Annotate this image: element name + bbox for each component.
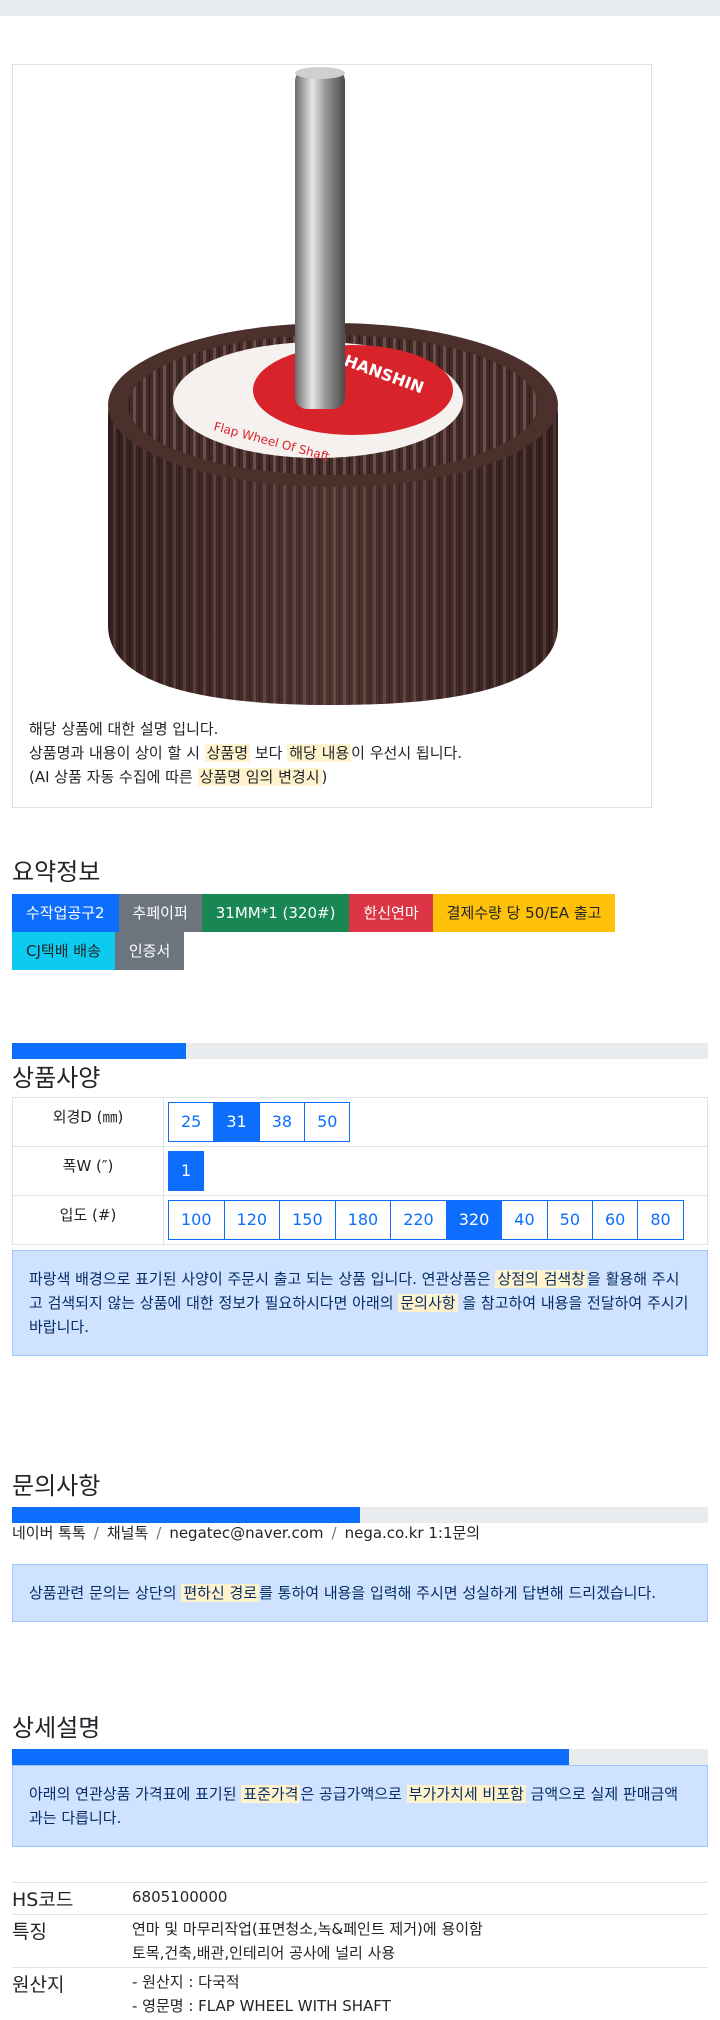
spec-progress [12, 1043, 708, 1059]
option-grit-40[interactable]: 40 [501, 1200, 547, 1240]
text: 상품관련 문의는 상단의 [29, 1584, 181, 1602]
spec-label: 입도 (#) [13, 1196, 164, 1245]
option-grit-120[interactable]: 120 [224, 1200, 281, 1240]
description-line-3: (AI 상품 자동 수집에 따른 상품명 임의 변경시) [29, 765, 462, 789]
product-info-table: HS코드 6805100000 특징 연마 및 마무리작업(표면청소,녹&페인트… [12, 1882, 708, 2020]
inquiry-title: 문의사항 [12, 1466, 100, 1501]
spec-options: 25313850 [164, 1098, 708, 1147]
option-grit-320[interactable]: 320 [446, 1200, 503, 1240]
detail-title: 상세설명 [12, 1708, 100, 1743]
product-image-card: HANSHIN Flap Wheel Of Shaft 해당 상품에 대한 설명… [12, 64, 652, 808]
inquiry-channels: 네이버 톡톡/채널톡/negatec@naver.com/nega.co.kr … [12, 1522, 480, 1543]
feature-line: 토목,건축,배관,인테리어 공사에 널리 사용 [132, 1941, 708, 1965]
channel-email[interactable]: negatec@naver.com [169, 1524, 323, 1542]
top-bar [0, 0, 720, 16]
info-value: - 원산지 : 다국적 - 영문명 : FLAP WHEEL WITH SHAF… [132, 1968, 708, 2020]
description-line-2: 상품명과 내용이 상이 할 시 상품명 보다 해당 내용이 우선시 됩니다. [29, 741, 462, 765]
separator: / [324, 1524, 345, 1542]
spec-label: 외경D (㎜) [13, 1098, 164, 1147]
text: 상품명과 내용이 상이 할 시 [29, 744, 205, 762]
origin-line: - 원산지 : 다국적 [132, 1970, 708, 1994]
channel-website-inquiry[interactable]: nega.co.kr 1:1문의 [345, 1524, 481, 1542]
detail-progress [12, 1749, 708, 1765]
badge-spec[interactable]: 31MM*1 (320#) [202, 894, 350, 932]
badge-delivery[interactable]: CJ택배 배송 [12, 932, 115, 970]
option-diameter-50[interactable]: 50 [304, 1102, 350, 1142]
spec-progress-fill [12, 1043, 186, 1059]
info-row-feature: 특징 연마 및 마무리작업(표면청소,녹&페인트 제거)에 용이함 토목,건축,… [12, 1915, 708, 1968]
info-label: 원산지 [12, 1968, 132, 2020]
product-description: 해당 상품에 대한 설명 입니다. 상품명과 내용이 상이 할 시 상품명 보다… [29, 717, 462, 789]
spec-row-grit: 입도 (#) 10012015018022032040506080 [13, 1196, 708, 1245]
info-value: 연마 및 마무리작업(표면청소,녹&페인트 제거)에 용이함 토목,건축,배관,… [132, 1915, 708, 1968]
option-grit-220[interactable]: 220 [390, 1200, 447, 1240]
info-label: HS코드 [12, 1883, 132, 1915]
info-value: 6805100000 [132, 1883, 708, 1915]
spec-options: 1 [164, 1147, 708, 1196]
highlight-name-change: 상품명 임의 변경시 [198, 768, 322, 786]
option-grit-50[interactable]: 50 [547, 1200, 593, 1240]
summary-badges: 수작업공구2 추페이퍼 31MM*1 (320#) 한신연마 결제수량 당 50… [12, 894, 712, 970]
detail-notice: 아래의 연관상품 가격표에 표기된 표준가격은 공급가액으로 부가가치세 비포함… [12, 1765, 708, 1847]
text: 를 통하여 내용을 입력해 주시면 성실하게 답변해 드리겠습니다. [259, 1584, 656, 1602]
badge-type[interactable]: 추페이퍼 [119, 894, 202, 932]
spec-title: 상품사양 [12, 1058, 100, 1093]
highlight-inquiry: 문의사항 [398, 1294, 457, 1312]
text: ) [322, 768, 328, 786]
option-width-1[interactable]: 1 [168, 1151, 204, 1191]
badge-brand[interactable]: 한신연마 [349, 894, 432, 932]
separator: / [148, 1524, 169, 1542]
inquiry-progress-fill [12, 1507, 360, 1523]
feature-line: 연마 및 마무리작업(표면청소,녹&페인트 제거)에 용이함 [132, 1917, 708, 1941]
badge-category[interactable]: 수작업공구2 [12, 894, 119, 932]
text: 보다 [250, 744, 287, 762]
info-row-hs-code: HS코드 6805100000 [12, 1883, 708, 1915]
highlight-product-name: 상품명 [205, 744, 250, 762]
highlight-content: 해당 내용 [287, 744, 351, 762]
text: (AI 상품 자동 수집에 따른 [29, 768, 198, 786]
option-grit-150[interactable]: 150 [279, 1200, 336, 1240]
option-grit-100[interactable]: 100 [168, 1200, 225, 1240]
option-diameter-31[interactable]: 31 [213, 1102, 259, 1142]
spec-row-diameter: 외경D (㎜) 25313850 [13, 1098, 708, 1147]
option-grit-60[interactable]: 60 [592, 1200, 638, 1240]
option-grit-80[interactable]: 80 [637, 1200, 683, 1240]
spec-table: 외경D (㎜) 25313850 폭W (″) 1 입도 (#) 1001201… [12, 1097, 708, 1245]
text: 은 공급가액으로 [300, 1785, 406, 1803]
spec-options: 10012015018022032040506080 [164, 1196, 708, 1245]
option-grit-180[interactable]: 180 [335, 1200, 392, 1240]
highlight-vat: 부가가치세 비포함 [407, 1785, 526, 1803]
channel-naver-talktalk[interactable]: 네이버 톡톡 [12, 1524, 86, 1542]
highlight-standard-price: 표준가격 [241, 1785, 300, 1803]
badge-quantity[interactable]: 결제수량 당 50/EA 출고 [433, 894, 616, 932]
spec-notice: 파랑색 배경으로 표기된 사양이 주문시 출고 되는 상품 입니다. 연관상품은… [12, 1250, 708, 1356]
info-label: 특징 [12, 1915, 132, 1968]
option-diameter-25[interactable]: 25 [168, 1102, 214, 1142]
inquiry-progress [12, 1507, 708, 1523]
separator: / [86, 1524, 107, 1542]
spec-row-width: 폭W (″) 1 [13, 1147, 708, 1196]
origin-line: - 영문명 : FLAP WHEEL WITH SHAFT [132, 1994, 708, 2018]
text: 이 우선시 됩니다. [351, 744, 462, 762]
option-diameter-38[interactable]: 38 [259, 1102, 305, 1142]
text: 아래의 연관상품 가격표에 표기된 [29, 1785, 241, 1803]
text: 파랑색 배경으로 표기된 사양이 주문시 출고 되는 상품 입니다. 연관상품은 [29, 1270, 495, 1288]
description-line-1: 해당 상품에 대한 설명 입니다. [29, 717, 462, 741]
info-row-origin: 원산지 - 원산지 : 다국적 - 영문명 : FLAP WHEEL WITH … [12, 1968, 708, 2020]
inquiry-notice: 상품관련 문의는 상단의 편하신 경로를 통하여 내용을 입력해 주시면 성실하… [12, 1564, 708, 1622]
summary-title: 요약정보 [12, 852, 100, 887]
spec-label: 폭W (″) [13, 1147, 164, 1196]
detail-progress-fill [12, 1749, 569, 1765]
channel-channeltalk[interactable]: 채널톡 [107, 1524, 148, 1542]
badge-certificate[interactable]: 인증서 [115, 932, 184, 970]
highlight-route: 편하신 경로 [181, 1584, 259, 1602]
product-image: HANSHIN Flap Wheel Of Shaft [13, 65, 651, 705]
highlight-search: 상점의 검색창 [495, 1270, 587, 1288]
